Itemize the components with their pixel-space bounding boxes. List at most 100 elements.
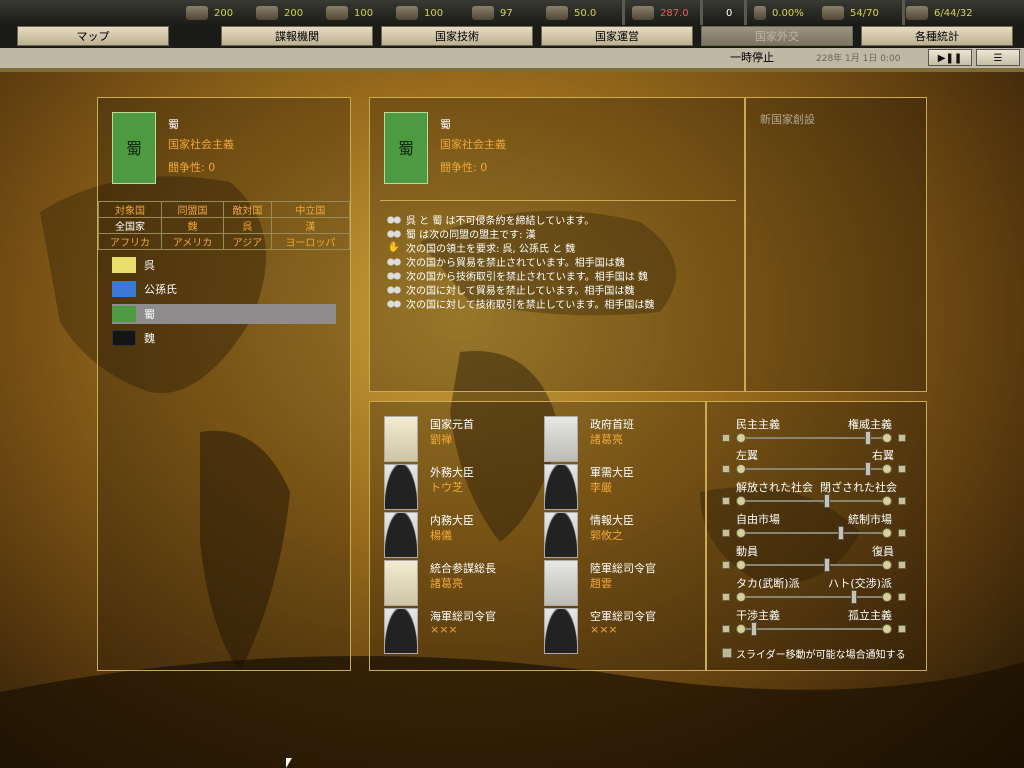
filter-enemies[interactable]: 敵対国	[223, 201, 272, 218]
security-minister-portrait[interactable]	[384, 512, 418, 558]
manpower-resource: 200	[186, 4, 233, 22]
slider-right-toggle[interactable]	[898, 593, 906, 601]
nation-item-wu[interactable]: 呉	[112, 255, 336, 275]
minister-name[interactable]: ×××	[430, 623, 458, 636]
policy-slider[interactable]	[736, 622, 892, 636]
handshake-icon	[386, 256, 402, 267]
minister-name[interactable]: 趙雲	[590, 575, 612, 591]
diplomacy-log-line: 呉 と 蜀 は不可侵条約を締結しています。	[386, 212, 594, 227]
convoy-resource: 54/70	[822, 4, 879, 22]
detail-nation-flag: 蜀	[384, 112, 428, 184]
menu-button[interactable]: ☰	[976, 49, 1020, 66]
head-of-government-portrait[interactable]	[544, 416, 578, 462]
minister-name[interactable]: 郭攸之	[590, 527, 623, 543]
policy-slider[interactable]	[736, 558, 892, 572]
slider-right-toggle[interactable]	[898, 625, 906, 633]
handshake-icon	[386, 228, 402, 239]
slider-right-toggle[interactable]	[898, 465, 906, 473]
nation-item-gongsun[interactable]: 公孫氏	[112, 279, 336, 299]
army-chief-portrait[interactable]	[544, 560, 578, 606]
nation-filter-grid: 対象国 同盟国 敵対国 中立国 全国家 魏 呉 漢 アフリカ アメリカ アジア …	[98, 201, 351, 250]
tab-map[interactable]: マップ	[17, 26, 169, 46]
policy-slider[interactable]	[736, 431, 892, 445]
slider-left-toggle[interactable]	[722, 465, 730, 473]
head-of-state-portrait[interactable]	[384, 416, 418, 462]
minister-name[interactable]: 劉禅	[430, 431, 452, 447]
slider-left-toggle[interactable]	[722, 497, 730, 505]
handshake-icon	[386, 270, 402, 281]
new-nation-panel	[745, 97, 927, 392]
slider-label-right: 孤立主義	[848, 609, 892, 622]
policy-slider[interactable]	[736, 526, 892, 540]
minister-name[interactable]: ×××	[590, 623, 618, 636]
tab-politics[interactable]: 国家運営	[541, 26, 693, 46]
minister-role: 内務大臣	[430, 514, 474, 527]
hand-icon: ✋	[387, 241, 401, 253]
policy-slider[interactable]	[736, 494, 892, 508]
tab-intelligence[interactable]: 諜報機関	[221, 26, 373, 46]
rare-materials-resource: 100	[326, 4, 373, 22]
filter-wu[interactable]: 呉	[223, 217, 272, 234]
tab-technology[interactable]: 国家技術	[381, 26, 533, 46]
notify-checkbox[interactable]	[722, 648, 732, 658]
filter-africa[interactable]: アフリカ	[98, 233, 162, 250]
selected-nation-belligerence: 闘争性: 0	[168, 161, 216, 174]
filter-all[interactable]: 全国家	[98, 217, 162, 234]
policy-slider[interactable]	[736, 462, 892, 476]
dissent-resource: 0.00%	[754, 4, 804, 22]
nation-item-shu[interactable]: 蜀	[112, 304, 336, 324]
filter-wei[interactable]: 魏	[160, 217, 225, 234]
intelligence-minister-portrait[interactable]	[544, 512, 578, 558]
slider-label-right: 復員	[872, 545, 894, 558]
convoy-icon	[822, 6, 844, 20]
new-nation-button[interactable]: 新国家創設	[760, 111, 815, 127]
filter-neutral[interactable]: 中立国	[270, 201, 351, 218]
slider-left-toggle[interactable]	[722, 561, 730, 569]
minister-name[interactable]: 李厳	[590, 479, 612, 495]
cabinet-panel	[369, 401, 706, 671]
minister-name[interactable]: トウ芝	[430, 479, 463, 495]
minister-role: 情報大臣	[590, 514, 634, 527]
navy-chief-portrait[interactable]	[384, 608, 418, 654]
filter-asia[interactable]: アジア	[223, 233, 272, 250]
game-date: 228年 1月 1日 0:00	[816, 54, 901, 64]
slider-left-toggle[interactable]	[722, 434, 730, 442]
filter-allies[interactable]: 同盟国	[160, 201, 225, 218]
tab-statistics[interactable]: 各種統計	[861, 26, 1013, 46]
oil-icon	[396, 6, 418, 20]
slider-left-toggle[interactable]	[722, 625, 730, 633]
filter-han[interactable]: 漢	[270, 217, 351, 234]
money-resource: 50.0	[546, 4, 596, 22]
detail-nation-ideology: 国家社会主義	[440, 138, 506, 151]
play-pause-button[interactable]: ▶❚❚	[928, 49, 972, 66]
selected-nation-ideology: 国家社会主義	[168, 138, 234, 151]
slider-left-toggle[interactable]	[722, 529, 730, 537]
slider-right-toggle[interactable]	[898, 434, 906, 442]
oil-resource: 100	[396, 4, 443, 22]
minister-name[interactable]: 楊儀	[430, 527, 452, 543]
slider-right-toggle[interactable]	[898, 561, 906, 569]
minister-name[interactable]: 諸葛亮	[430, 575, 463, 591]
air-chief-portrait[interactable]	[544, 608, 578, 654]
wu-flag-icon	[112, 257, 136, 273]
filter-europe[interactable]: ヨーロッパ	[270, 233, 351, 250]
slider-right-toggle[interactable]	[898, 529, 906, 537]
foreign-minister-portrait[interactable]	[384, 464, 418, 510]
minister-role: 国家元首	[430, 418, 474, 431]
metal-resource: 200	[256, 4, 303, 22]
nation-item-wei[interactable]: 魏	[112, 328, 336, 348]
slider-right-toggle[interactable]	[898, 497, 906, 505]
armaments-minister-portrait[interactable]	[544, 464, 578, 510]
slider-label-left: タカ(武断)派	[736, 577, 800, 590]
filter-america[interactable]: アメリカ	[160, 233, 225, 250]
metal-icon	[256, 6, 278, 20]
pause-status: 一時停止	[730, 51, 774, 64]
policy-slider[interactable]	[736, 590, 892, 604]
chief-of-staff-portrait[interactable]	[384, 560, 418, 606]
slider-left-toggle[interactable]	[722, 593, 730, 601]
tab-diplomacy[interactable]: 国家外交	[701, 26, 853, 46]
minister-role: 空軍総司令官	[590, 610, 656, 623]
filter-target[interactable]: 対象国	[98, 201, 162, 218]
minister-name[interactable]: 諸葛亮	[590, 431, 623, 447]
divider	[744, 0, 747, 25]
